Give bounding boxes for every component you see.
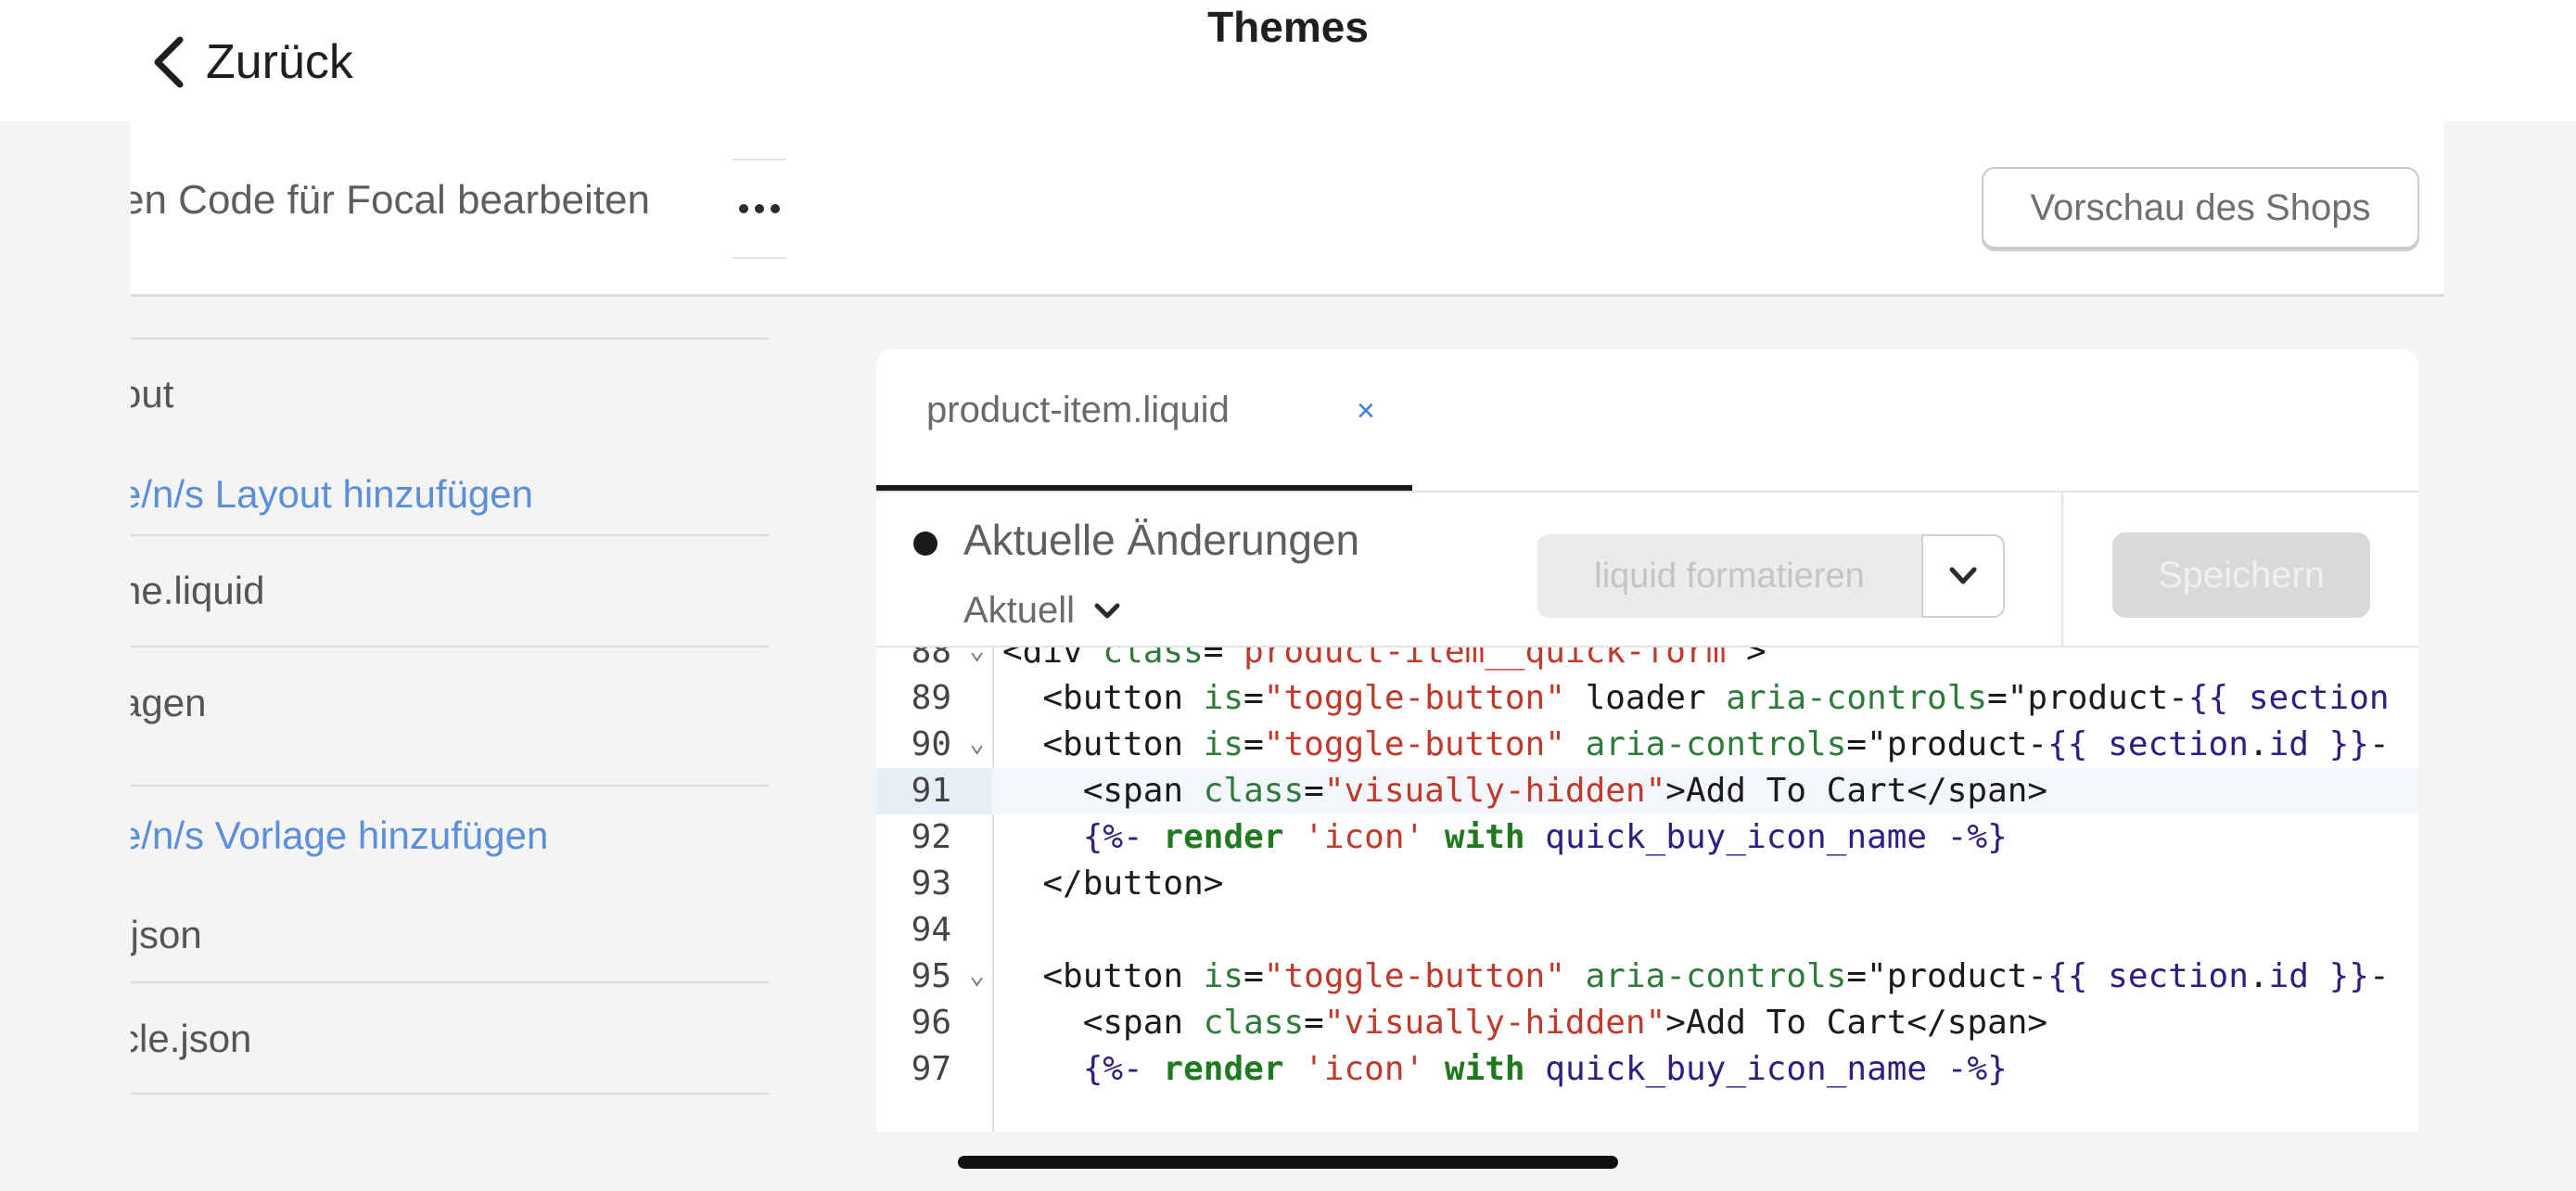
sidebar-item[interactable] (131, 1093, 769, 1132)
toolbar-divider (2061, 493, 2063, 646)
editor-header: en Code für Focal bearbeiten Vorschau de… (131, 122, 2444, 297)
fold-chevron-icon[interactable]: ⌄ (969, 952, 985, 998)
save-button[interactable]: Speichern (2112, 532, 2370, 618)
code-area[interactable]: 88 ⌄ <div class="product-item__quick-form"… (876, 647, 2418, 1132)
page-title: Themes (1207, 3, 1369, 51)
line-number: 97 (876, 1046, 992, 1093)
line-number: 89 (876, 675, 992, 722)
code-line[interactable]: 93 </button> (876, 861, 2418, 907)
preview-store-button[interactable]: Vorschau des Shops (1982, 167, 2419, 249)
fold-chevron-icon[interactable]: ⌄ (969, 720, 985, 766)
line-number: 91 (876, 768, 992, 814)
right-margin (2444, 122, 2576, 1132)
line-number-text: 88 (911, 647, 951, 671)
line-number-text: 94 (911, 911, 951, 949)
line-number: 95 ⌄ (876, 954, 992, 1000)
tab-product-item[interactable]: product-item.liquid × (876, 349, 1412, 491)
line-number: 94 (876, 907, 992, 954)
code-text: {%- render 'icon' with quick_buy_icon_na… (1082, 818, 2008, 856)
line-number-text: 95 (911, 957, 951, 995)
version-label: Aktuell (963, 590, 1076, 631)
code-line[interactable]: 90 ⌄ <button is="toggle-button" aria-cont… (876, 722, 2418, 768)
sidebar-item-label: agen (131, 681, 207, 724)
unsaved-indicator (913, 531, 937, 556)
add-template-link[interactable]: e/n/s Vorlage hinzufügen (131, 785, 769, 885)
sidebar-item-label: .json (131, 913, 202, 956)
line-number-text: 92 (911, 818, 951, 856)
sidebar-item-label: cle.json (131, 1017, 252, 1060)
close-tab-icon[interactable]: × (1357, 393, 1375, 429)
editor-title: en Code für Focal bearbeiten (131, 177, 650, 223)
code-text: </button> (1002, 864, 1224, 903)
sidebar-item[interactable]: out (131, 338, 769, 449)
code-text: <span class="visually-hidden">Add To Car… (1002, 772, 2048, 810)
more-actions-button[interactable] (733, 159, 786, 259)
line-number-text: 97 (911, 1050, 951, 1088)
line-number: 90 ⌄ (876, 722, 992, 768)
sidebar-folder[interactable]: agen (131, 646, 769, 759)
fold-chevron-icon[interactable]: ⌄ (969, 647, 985, 673)
top-navigation-bar: Zurück Themes (0, 0, 2576, 122)
version-dropdown[interactable]: Aktuell (963, 590, 1121, 632)
line-number: 92 (876, 814, 992, 861)
chevron-down-icon (1094, 603, 1120, 618)
code-line[interactable]: 97 {%- render 'icon' with quick_buy_icon… (876, 1046, 2418, 1093)
home-indicator (958, 1156, 1618, 1169)
code-line[interactable]: 95 ⌄ <button is="toggle-button" aria-cont… (876, 954, 2418, 1000)
sidebar-item-label: ne.liquid (131, 569, 265, 612)
line-number: 93 (876, 861, 992, 907)
line-number: 96 (876, 1000, 992, 1046)
file-sidebar: out e/n/s Layout hinzufügen ne.liquid ag… (131, 297, 821, 1132)
sidebar-item[interactable]: ne.liquid (131, 534, 769, 646)
code-text: <span class="visually-hidden">Add To Car… (1002, 1004, 2048, 1042)
tab-label: product-item.liquid (926, 390, 1230, 430)
sidebar-item-label: e/n/s Vorlage hinzufügen (131, 813, 549, 857)
code-line[interactable]: 92 {%- render 'icon' with quick_buy_icon… (876, 814, 2418, 861)
line-number: 88 ⌄ (876, 647, 992, 675)
code-text: <button is="toggle-button" aria-controls… (1002, 725, 2390, 763)
line-number-text: 96 (911, 1004, 951, 1042)
more-horizontal-icon (739, 204, 780, 213)
line-number-text: 90 (911, 725, 951, 763)
code-text: <button is="toggle-button" loader aria-c… (1002, 679, 2390, 717)
code-line[interactable]: 94 (876, 907, 2418, 954)
sidebar-item[interactable]: .json (131, 883, 769, 987)
code-line[interactable]: 91 <span class="visually-hidden">Add To … (876, 768, 2418, 814)
changes-label: Aktuelle Änderungen (963, 516, 1360, 564)
code-line[interactable]: 89 <button is="toggle-button" loader ari… (876, 675, 2418, 722)
code-text: {%- render 'icon' with quick_buy_icon_na… (1082, 1050, 2008, 1088)
line-number-text: 93 (911, 864, 951, 903)
code-line[interactable]: 88 ⌄ <div class="product-item__quick-form"… (876, 647, 2418, 675)
line-number-text: 91 (911, 772, 951, 810)
format-liquid-button[interactable]: liquid formatieren (1537, 534, 1921, 618)
editor-toolbar: Aktuelle Änderungen Aktuell liquid forma… (876, 493, 2418, 646)
format-options-button[interactable] (1921, 534, 2005, 618)
code-editor-card: product-item.liquid × Aktuelle Änderunge… (876, 349, 2418, 1132)
sidebar-item[interactable]: cle.json (131, 981, 769, 1095)
add-layout-link[interactable]: e/n/s Layout hinzufügen (131, 449, 769, 540)
code-text: <div class="product-item__quick-form"> (1002, 647, 1766, 671)
line-number-text: 89 (911, 679, 951, 717)
sidebar-item-label: e/n/s Layout hinzufügen (131, 472, 534, 516)
code-text: <button is="toggle-button" aria-controls… (1002, 957, 2390, 995)
chevron-down-icon (1949, 567, 1977, 584)
code-line[interactable]: 96 <span class="visually-hidden">Add To … (876, 1000, 2418, 1046)
sidebar-item-label: out (131, 372, 174, 416)
